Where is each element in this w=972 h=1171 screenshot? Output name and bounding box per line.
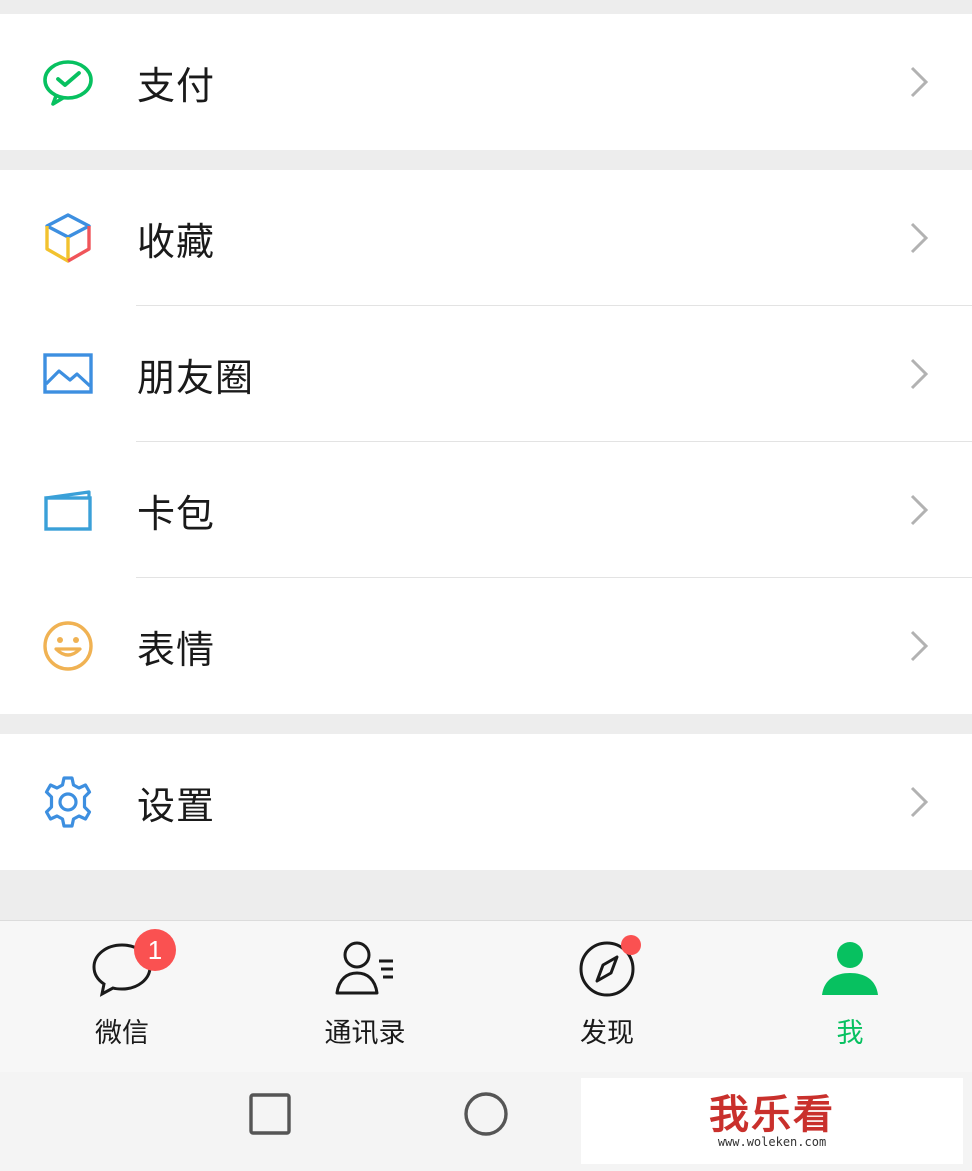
menu-item-cards[interactable]: 卡包 [0, 442, 972, 578]
menu-item-favorites[interactable]: 收藏 [0, 170, 972, 306]
chevron-right-icon [910, 786, 929, 818]
favorites-cube-icon [40, 210, 96, 266]
pay-group: 支付 [0, 14, 972, 150]
features-group: 收藏 朋友圈 卡包 表情 [0, 170, 972, 714]
gear-icon [40, 774, 96, 830]
chevron-right-icon [910, 222, 929, 254]
tab-label: 我 [836, 1018, 864, 1049]
me-page: 支付 收藏 朋友圈 卡包 表情 设置 1 微信 通讯录 发现 我 我乐看 www… [0, 0, 972, 1171]
moments-picture-icon [40, 346, 96, 402]
menu-item-label: 卡包 [137, 491, 216, 536]
menu-item-label: 表情 [137, 627, 216, 672]
watermark-logo: 我乐看 www.woleken.com [581, 1078, 963, 1164]
menu-item-label: 支付 [137, 63, 216, 108]
watermark-text: 我乐看 [709, 1091, 835, 1138]
chevron-right-icon [910, 630, 929, 662]
recent-apps-square-icon[interactable] [248, 1092, 292, 1136]
menu-item-stickers[interactable]: 表情 [0, 578, 972, 714]
chevron-right-icon [910, 66, 929, 98]
compass-icon [575, 935, 641, 1001]
menu-item-pay[interactable]: 支付 [0, 14, 972, 150]
unread-badge: 1 [134, 929, 176, 971]
menu-item-moments[interactable]: 朋友圈 [0, 306, 972, 442]
smiley-face-icon [40, 618, 96, 674]
chat-bubble-icon: 1 [90, 929, 176, 1001]
home-circle-icon[interactable] [462, 1090, 510, 1138]
menu-item-label: 朋友圈 [137, 355, 255, 400]
person-icon [818, 937, 882, 1001]
watermark-url: www.woleken.com [717, 1135, 827, 1149]
wechat-pay-icon [40, 54, 96, 110]
card-wallet-icon [40, 482, 96, 538]
tab-label: 通讯录 [324, 1018, 406, 1049]
tab-label: 微信 [95, 1018, 149, 1049]
tab-me[interactable]: 我 [780, 937, 920, 1067]
menu-item-label: 设置 [137, 783, 216, 828]
menu-item-settings[interactable]: 设置 [0, 734, 972, 870]
tab-chats[interactable]: 1 微信 [52, 929, 192, 1067]
tab-discover[interactable]: 发现 [537, 935, 677, 1067]
chevron-right-icon [910, 494, 929, 526]
settings-group: 设置 [0, 734, 972, 870]
new-dot-badge [621, 935, 641, 955]
contacts-icon [333, 937, 397, 1001]
menu-item-label: 收藏 [137, 219, 216, 264]
bottom-tab-bar: 1 微信 通讯录 发现 我 [0, 920, 972, 1072]
chevron-right-icon [910, 358, 929, 390]
tab-label: 发现 [580, 1018, 634, 1049]
tab-contacts[interactable]: 通讯录 [295, 937, 435, 1067]
